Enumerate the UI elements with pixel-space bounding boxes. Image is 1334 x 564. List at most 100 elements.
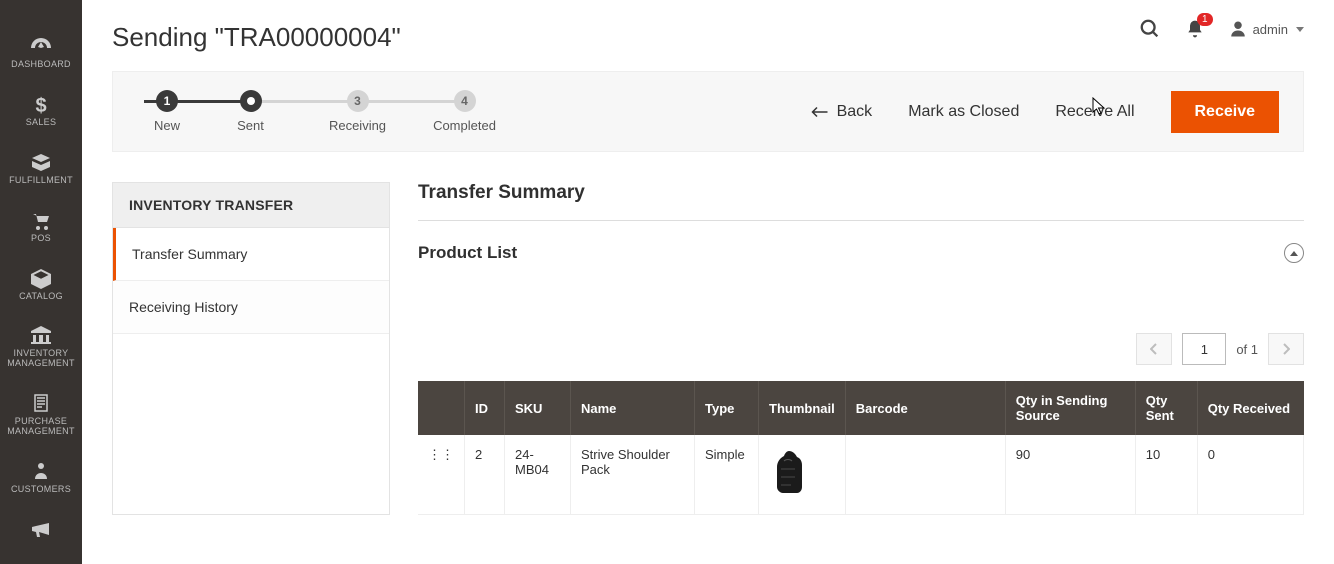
th-thumbnail[interactable]: Thumbnail bbox=[759, 381, 846, 435]
subtitle-row: Product List bbox=[418, 243, 1304, 263]
step-label: Completed bbox=[433, 118, 496, 133]
notification-badge: 1 bbox=[1197, 13, 1213, 26]
cell-qty-sent: 10 bbox=[1135, 435, 1197, 515]
step-label: Receiving bbox=[329, 118, 386, 133]
sidebar-item-catalog[interactable]: CATALOG bbox=[0, 254, 82, 312]
step-label: New bbox=[154, 118, 180, 133]
product-table: ID SKU Name Type Thumbnail Barcode Qty i… bbox=[418, 381, 1304, 515]
back-label: Back bbox=[837, 103, 873, 121]
sidebar-item-dashboard[interactable]: DASHBOARD bbox=[0, 22, 82, 80]
search-button[interactable] bbox=[1139, 18, 1161, 40]
dollar-icon: $ bbox=[29, 94, 53, 114]
step-sent: Sent bbox=[197, 90, 304, 133]
cell-name: Strive Shoulder Pack bbox=[571, 435, 695, 515]
th-type[interactable]: Type bbox=[695, 381, 759, 435]
step-circle: 1 bbox=[156, 90, 178, 112]
sidebar-item-customers[interactable]: CUSTOMERS bbox=[0, 447, 82, 505]
receive-all-button[interactable]: Receive All bbox=[1055, 103, 1134, 121]
chevron-left-icon bbox=[1150, 343, 1158, 355]
header-actions: 1 admin bbox=[1139, 18, 1304, 40]
tab-transfer-summary[interactable]: Transfer Summary bbox=[113, 228, 389, 281]
product-list-title: Product List bbox=[418, 243, 517, 263]
sidebar-item-label: SALES bbox=[0, 118, 82, 128]
sidebar-item-marketing[interactable] bbox=[0, 505, 82, 553]
step-circle: 3 bbox=[347, 90, 369, 112]
chevron-right-icon bbox=[1282, 343, 1290, 355]
th-sku[interactable]: SKU bbox=[505, 381, 571, 435]
drag-handle[interactable]: ⋮⋮ bbox=[418, 435, 465, 515]
tab-receiving-history[interactable]: Receiving History bbox=[113, 281, 389, 334]
gauge-icon bbox=[29, 36, 53, 56]
main-content: Sending "TRA00000004" 1 admin 1 New bbox=[82, 0, 1334, 564]
th-id[interactable]: ID bbox=[465, 381, 505, 435]
sidebar-item-sales[interactable]: $ SALES bbox=[0, 80, 82, 138]
notifications-button[interactable]: 1 bbox=[1185, 19, 1205, 39]
th-qty-src[interactable]: Qty in Sending Source bbox=[1005, 381, 1135, 435]
admin-menu[interactable]: admin bbox=[1229, 20, 1304, 38]
page-title: Sending "TRA00000004" bbox=[112, 22, 401, 53]
sidebar-item-label: POS bbox=[0, 234, 82, 244]
step-receiving: 3 Receiving bbox=[304, 90, 411, 133]
sidebar-item-purchase-management[interactable]: PURCHASE MANAGEMENT bbox=[0, 379, 82, 447]
cell-id: 2 bbox=[465, 435, 505, 515]
table-row: ⋮⋮ 2 24-MB04 Strive Shoulder Pack Simple bbox=[418, 435, 1304, 515]
cell-sku: 24-MB04 bbox=[505, 435, 571, 515]
cell-qty-recv: 0 bbox=[1197, 435, 1303, 515]
cell-barcode bbox=[845, 435, 1005, 515]
sidebar-item-label: CUSTOMERS bbox=[0, 485, 82, 495]
arrow-left-icon bbox=[811, 105, 829, 119]
th-qty-recv[interactable]: Qty Received bbox=[1197, 381, 1303, 435]
sidebar-item-pos[interactable]: POS bbox=[0, 196, 82, 254]
th-name[interactable]: Name bbox=[571, 381, 695, 435]
step-completed: 4 Completed bbox=[411, 90, 518, 133]
admin-label: admin bbox=[1253, 22, 1288, 37]
progress-steps: 1 New Sent 3 Receiving 4 Completed bbox=[137, 90, 518, 133]
step-new: 1 New bbox=[137, 90, 197, 133]
back-button[interactable]: Back bbox=[811, 103, 873, 121]
collapse-toggle[interactable] bbox=[1284, 243, 1304, 263]
sidebar-item-label: CATALOG bbox=[0, 292, 82, 302]
sidebar-item-inventory-management[interactable]: INVENTORY MANAGEMENT bbox=[0, 311, 82, 379]
box-open-icon bbox=[29, 152, 53, 172]
th-barcode[interactable]: Barcode bbox=[845, 381, 1005, 435]
bank-icon bbox=[29, 325, 53, 345]
user-icon bbox=[1229, 20, 1247, 38]
cell-type: Simple bbox=[695, 435, 759, 515]
cube-icon bbox=[29, 268, 53, 288]
left-panel: INVENTORY TRANSFER Transfer Summary Rece… bbox=[112, 182, 390, 515]
admin-sidebar: DASHBOARD $ SALES FULFILLMENT POS CATALO… bbox=[0, 0, 82, 564]
sidebar-item-label: PURCHASE MANAGEMENT bbox=[0, 417, 82, 437]
pager: of 1 bbox=[418, 333, 1304, 365]
step-circle: 4 bbox=[454, 90, 476, 112]
svg-text:$: $ bbox=[35, 95, 46, 117]
pager-of-label: of 1 bbox=[1236, 342, 1258, 357]
action-buttons: Back Mark as Closed Receive All Receive bbox=[811, 91, 1279, 133]
chevron-down-icon bbox=[1296, 27, 1304, 32]
sidebar-item-label: DASHBOARD bbox=[0, 60, 82, 70]
megaphone-icon bbox=[29, 519, 53, 539]
person-icon bbox=[29, 461, 53, 481]
header-row: Sending "TRA00000004" 1 admin bbox=[112, 22, 1304, 71]
step-label: Sent bbox=[237, 118, 264, 133]
sidebar-item-label: INVENTORY MANAGEMENT bbox=[0, 349, 82, 369]
cart-icon bbox=[29, 210, 53, 230]
receive-button[interactable]: Receive bbox=[1171, 91, 1280, 133]
sidebar-item-label: FULFILLMENT bbox=[0, 176, 82, 186]
step-circle bbox=[240, 90, 262, 112]
pager-page-input[interactable] bbox=[1182, 333, 1226, 365]
left-panel-heading: INVENTORY TRANSFER bbox=[113, 183, 389, 228]
search-icon bbox=[1139, 18, 1161, 40]
cell-qty-src: 90 bbox=[1005, 435, 1135, 515]
pager-prev[interactable] bbox=[1136, 333, 1172, 365]
section-title: Transfer Summary bbox=[418, 182, 1304, 221]
pager-next[interactable] bbox=[1268, 333, 1304, 365]
th-qty-sent[interactable]: Qty Sent bbox=[1135, 381, 1197, 435]
product-thumbnail-icon bbox=[769, 447, 809, 499]
sidebar-item-fulfillment[interactable]: FULFILLMENT bbox=[0, 138, 82, 196]
right-panel: Transfer Summary Product List of 1 bbox=[418, 182, 1304, 515]
progress-action-bar: 1 New Sent 3 Receiving 4 Completed bbox=[112, 71, 1304, 152]
mark-closed-button[interactable]: Mark as Closed bbox=[908, 103, 1019, 121]
clipboard-icon bbox=[29, 393, 53, 413]
cell-thumbnail bbox=[759, 435, 846, 515]
content-row: INVENTORY TRANSFER Transfer Summary Rece… bbox=[112, 182, 1304, 515]
